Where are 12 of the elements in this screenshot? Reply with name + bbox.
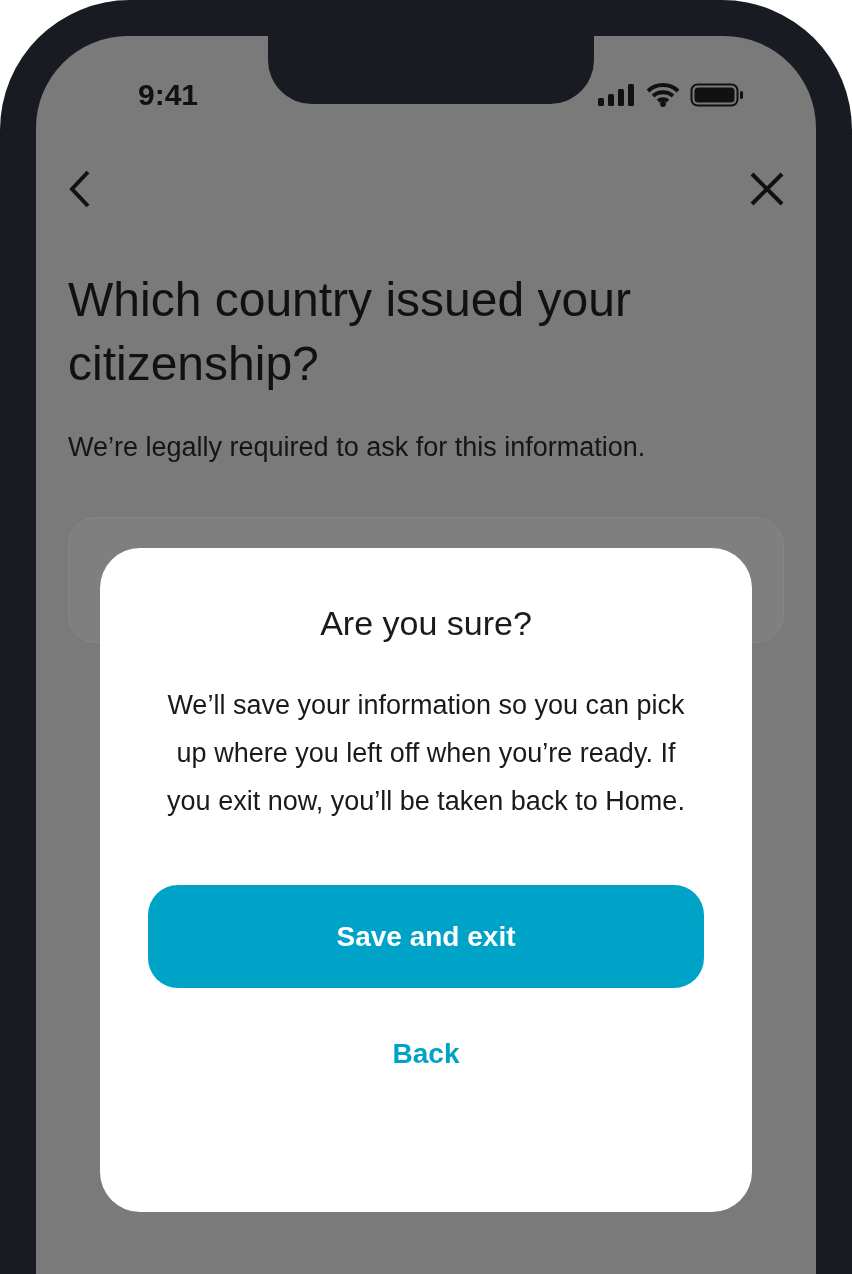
page-title: Which country issued your citizenship? (68, 272, 632, 392)
wifi-icon (646, 83, 680, 107)
status-time: 9:41 (138, 78, 199, 112)
save-and-exit-button[interactable]: Save and exit (148, 885, 704, 988)
signal-icon (598, 84, 636, 106)
back-icon[interactable] (68, 169, 92, 209)
close-icon[interactable] (750, 172, 784, 206)
back-link[interactable]: Back (392, 1038, 460, 1070)
dialog-message: We’ll save your information so you can pick up where you left off when you’re ready. If you exit now, you’ll be taken back to Home. (166, 689, 686, 818)
dialog-title: Are you sure? (320, 604, 532, 643)
battery-icon (690, 83, 744, 107)
page-subtitle: We’re legally required to ask for this information. (68, 432, 647, 463)
